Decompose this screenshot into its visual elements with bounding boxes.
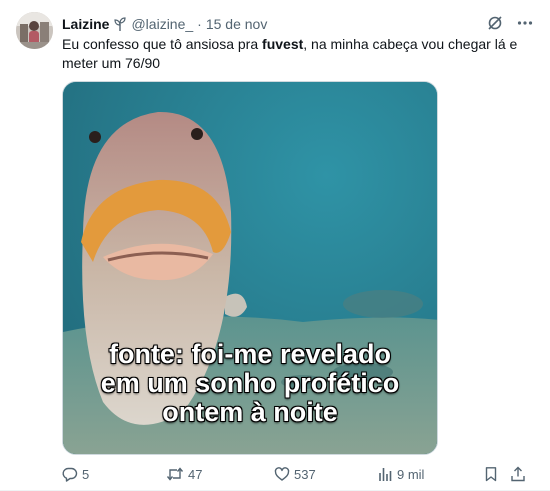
meme-caption: fonte: foi-me revelado em um sonho profé… (63, 340, 437, 427)
tweet-date[interactable]: 15 de nov (206, 15, 268, 33)
tweet-media-image[interactable]: fonte: foi-me revelado em um sonho profé… (62, 81, 438, 455)
like-count: 537 (294, 466, 316, 482)
more-dots-icon[interactable] (516, 14, 534, 36)
author-handle[interactable]: @laizine_ (131, 15, 193, 33)
avatar-image (16, 12, 53, 49)
share-button[interactable] (510, 466, 526, 482)
caption-line: ontem à noite (162, 397, 338, 427)
repost-icon (166, 466, 184, 482)
avatar[interactable] (16, 12, 53, 49)
views-button[interactable]: 9 mil (377, 466, 424, 482)
share-icon (510, 466, 526, 482)
reply-button[interactable]: 5 (62, 466, 89, 482)
header-actions (486, 14, 534, 36)
bookmark-button[interactable] (483, 466, 499, 482)
header-separator: · (197, 16, 202, 32)
bookmark-icon (483, 466, 499, 482)
reply-count: 5 (82, 466, 90, 482)
tweet[interactable]: Laizine @laizine_ · 15 de nov Eu confess… (0, 0, 550, 491)
tweet-action-bar: 5 47 537 9 mil (62, 466, 536, 486)
tweet-text-part: Eu confesso que tô ansiosa pra (62, 36, 263, 52)
heart-icon (274, 466, 290, 482)
tweet-text: Eu confesso que tô ansiosa pra fuvest, n… (62, 35, 522, 73)
views-count: 9 mil (397, 466, 425, 482)
author-name[interactable]: Laizine (62, 15, 109, 33)
repost-count: 47 (188, 466, 203, 482)
tweet-header: Laizine @laizine_ · 15 de nov (62, 14, 534, 34)
seedling-icon (113, 16, 127, 32)
caption-line: fonte: foi-me revelado (108, 339, 392, 369)
reply-icon (62, 466, 78, 482)
grok-icon[interactable] (486, 14, 504, 36)
analytics-icon (377, 466, 393, 482)
tweet-text-highlight: fuvest (262, 36, 304, 52)
repost-button[interactable]: 47 (166, 466, 202, 482)
like-button[interactable]: 537 (274, 466, 316, 482)
caption-line: em um sonho profético (100, 368, 400, 398)
